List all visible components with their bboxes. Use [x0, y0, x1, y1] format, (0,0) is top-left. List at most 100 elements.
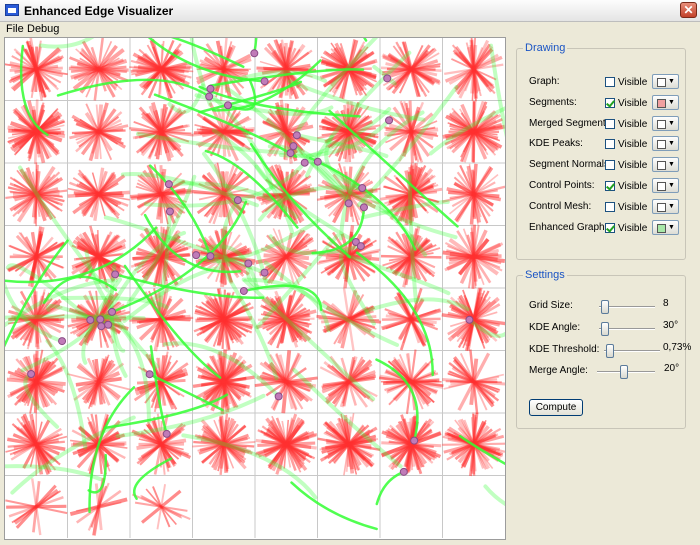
visible-label: Visible	[618, 97, 648, 109]
kde-angle-slider-thumb[interactable]	[601, 322, 610, 336]
kde-angle-value: 30°	[663, 320, 679, 331]
visible-label: Visible	[618, 181, 648, 192]
chevron-down-icon: ▼	[668, 161, 675, 169]
kde-threshold-slider-thumb[interactable]	[606, 344, 615, 358]
slider-label: Grid Size:	[529, 300, 573, 311]
control-point	[356, 242, 365, 251]
chevron-down-icon: ▼	[668, 98, 675, 106]
segment-fan	[5, 478, 68, 536]
control-point	[192, 251, 201, 260]
control-point	[250, 49, 259, 58]
drawing-row-label: Segment Normals:	[529, 159, 612, 171]
kde-peaks-visible-checkbox[interactable]	[605, 139, 615, 150]
control-point	[344, 199, 353, 208]
segments-visible-checkbox[interactable]	[605, 97, 615, 108]
control-point	[385, 116, 394, 125]
segments-color-picker[interactable]: ▼	[652, 94, 679, 110]
control-mesh-color-picker[interactable]: ▼	[652, 198, 679, 214]
control-point	[233, 196, 242, 205]
graph-color-picker[interactable]: ▼	[652, 74, 679, 89]
segment-fan	[67, 167, 130, 222]
enhanced-edge	[362, 38, 368, 42]
drawing-row-label: Merged Segments:	[529, 117, 614, 129]
menu-debug[interactable]: Debug	[27, 23, 59, 35]
color-swatch	[657, 140, 666, 150]
control-point	[358, 184, 367, 193]
control-point	[239, 286, 248, 295]
slider-label: Merge Angle:	[529, 365, 588, 376]
kde-threshold-value: 0,73%	[663, 342, 692, 353]
segment-fan	[380, 414, 442, 475]
control-point	[260, 268, 269, 277]
control-point	[205, 92, 214, 101]
color-swatch	[657, 119, 666, 129]
enhanced-edge	[290, 481, 378, 531]
menu-file[interactable]: File	[6, 23, 24, 35]
segment-fan	[69, 477, 128, 536]
control-point	[359, 203, 368, 212]
slider-row-kde-angle: KDE Angle: 30°	[529, 318, 685, 338]
drawing-row-merged-segments: Merged Segments: Visible ▼	[529, 115, 685, 132]
enhanced-edge	[5, 314, 146, 321]
control-point	[108, 307, 117, 316]
control-point	[164, 180, 173, 189]
control-point	[58, 337, 67, 346]
merge-angle-value: 20°	[664, 363, 680, 374]
drawing-row-kde-peaks: KDE Peaks: Visible ▼	[529, 136, 685, 152]
segment-normals-color-picker[interactable]: ▼	[652, 157, 679, 173]
settings-group-title: Settings	[523, 269, 567, 281]
control-point	[96, 315, 105, 324]
drawing-group: Drawing Graph: Visible ▼ Segments: Visible ▼ M…	[516, 42, 686, 260]
chevron-down-icon: ▼	[668, 182, 675, 189]
control-point	[383, 74, 392, 83]
chevron-down-icon: ▼	[668, 223, 675, 231]
slider-label: KDE Angle:	[529, 322, 581, 333]
merged-segments-color-picker[interactable]: ▼	[652, 115, 679, 131]
segment-fan	[7, 99, 66, 165]
drawing-row-graph: Graph: Visible ▼	[529, 74, 685, 90]
segment-fan	[69, 102, 129, 162]
visible-label: Visible	[618, 201, 648, 213]
control-point	[27, 370, 36, 379]
visible-label: Visible	[618, 77, 648, 88]
merge-angle-slider-thumb[interactable]	[619, 365, 628, 379]
control-point	[162, 429, 171, 438]
visible-label: Visible	[618, 222, 648, 234]
drawing-row-label: KDE Peaks:	[529, 138, 583, 150]
compute-button[interactable]: Compute	[529, 399, 583, 416]
control-point	[86, 315, 95, 324]
visualization-canvas[interactable]	[4, 37, 506, 540]
segment-fan	[442, 163, 505, 225]
color-swatch	[657, 223, 666, 233]
visible-label: Visible	[618, 139, 648, 151]
graph-visible-checkbox[interactable]	[605, 77, 615, 87]
drawing-group-title: Drawing	[523, 42, 568, 54]
control-points-visible-checkbox[interactable]	[605, 181, 615, 191]
color-swatch	[657, 78, 666, 87]
color-swatch	[657, 98, 666, 108]
control-point	[165, 207, 174, 216]
slider-label: KDE Threshold:	[529, 344, 600, 355]
enhanced-graph-visible-checkbox[interactable]	[605, 222, 615, 233]
segment-normals-visible-checkbox[interactable]	[605, 160, 615, 171]
drawing-row-segment-normals: Segment Normals: Visible ▼	[529, 157, 685, 173]
window-title: Enhanced Edge Visualizer	[24, 4, 174, 18]
drawing-row-segments: Segments: Visible ▼	[529, 94, 685, 111]
control-point	[104, 320, 113, 329]
control-point	[274, 392, 283, 401]
enhanced-graph-color-picker[interactable]: ▼	[652, 219, 679, 235]
merged-segments-visible-checkbox[interactable]	[605, 118, 615, 129]
menu-bar: File Debug	[0, 22, 700, 37]
settings-group: Settings Grid Size: 8 KDE Angle: 30° KDE Thr…	[516, 269, 691, 429]
control-mesh-visible-checkbox[interactable]	[605, 201, 615, 212]
close-button[interactable]: ✕	[680, 2, 697, 18]
color-swatch	[657, 182, 666, 191]
visible-label: Visible	[618, 160, 648, 172]
control-point	[223, 101, 232, 110]
kde-peaks-color-picker[interactable]: ▼	[652, 136, 679, 152]
grid-size-slider-thumb[interactable]	[601, 300, 610, 314]
control-points-color-picker[interactable]: ▼	[652, 178, 679, 193]
slider-row-merge-angle: Merge Angle: 20°	[529, 361, 685, 381]
segment-fan	[131, 484, 191, 530]
segment-fan	[378, 349, 444, 415]
